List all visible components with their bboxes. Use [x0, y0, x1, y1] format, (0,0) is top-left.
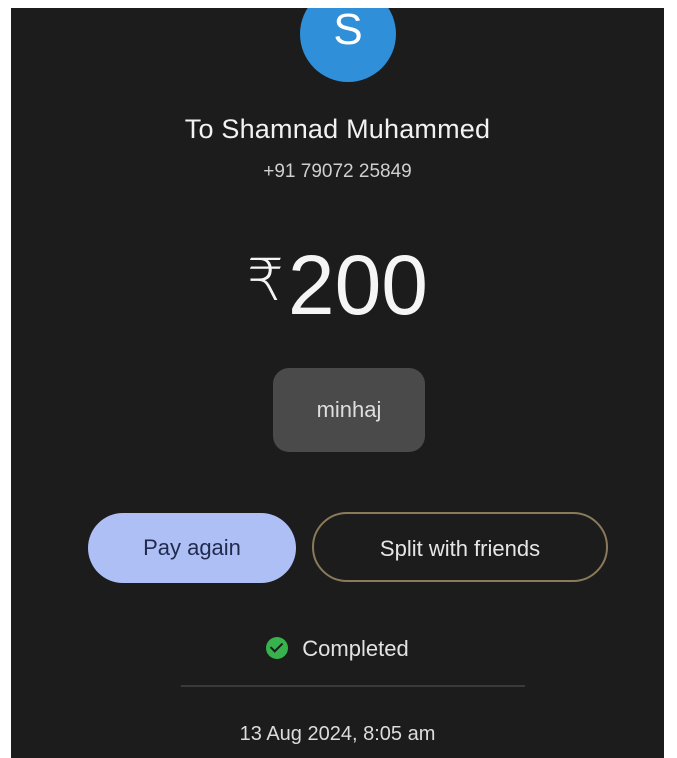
- recipient-phone: +91 79072 25849: [263, 161, 412, 182]
- payment-status: Completed: [11, 636, 664, 662]
- recipient-name: To Shamnad Muhammed: [184, 114, 491, 144]
- avatar-initial: S: [333, 8, 363, 54]
- status-label: Completed: [302, 636, 409, 661]
- payment-timestamp: 13 Aug 2024, 8:05 am: [239, 723, 436, 745]
- amount-value: 200: [287, 238, 429, 332]
- payment-note-chip: minhaj: [273, 368, 425, 452]
- check-circle-icon: [266, 637, 289, 659]
- pay-again-button[interactable]: Pay again: [88, 513, 296, 583]
- currency-symbol: ₹: [246, 248, 284, 313]
- split-with-friends-button[interactable]: Split with friends: [312, 512, 608, 582]
- payment-amount: ₹200: [11, 226, 664, 340]
- payment-details-screen: S To Shamnad Muhammed +91 79072 25849 ₹2…: [11, 8, 664, 758]
- recipient-avatar: S: [300, 8, 396, 82]
- divider: [181, 685, 525, 687]
